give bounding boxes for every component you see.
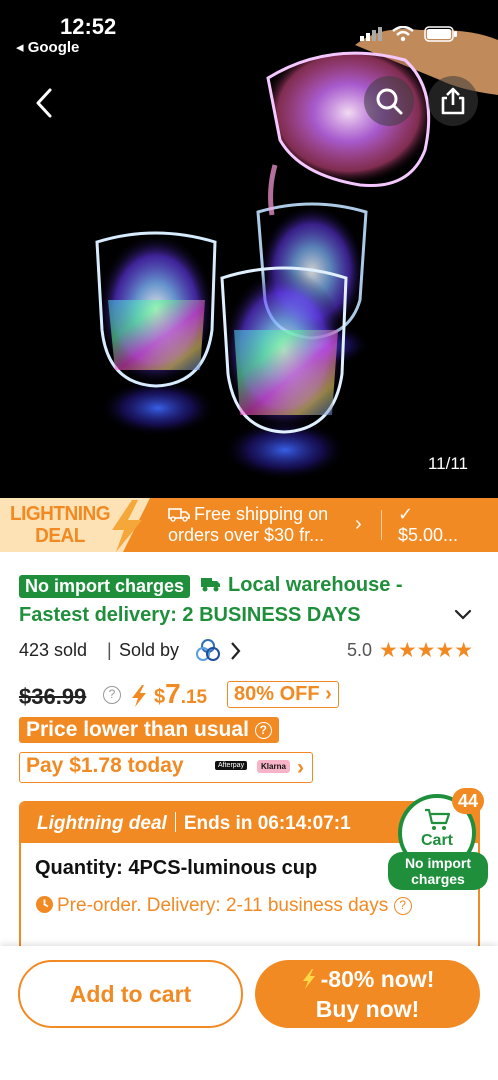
info-icon: ? [254, 722, 272, 739]
info-icon[interactable]: ? [393, 897, 412, 915]
afterpay-logo: Afterpay [215, 761, 248, 770]
battery-icon [424, 26, 457, 42]
status-icons [360, 26, 458, 42]
clock-icon [36, 896, 53, 913]
status-time: 12:52 [60, 14, 117, 39]
check-icon: ✓ [398, 504, 414, 524]
floating-cart-button[interactable]: Cart 44 No import charges [388, 788, 488, 894]
sold-count: 423 sold [19, 640, 88, 660]
add-to-cart-button[interactable]: Add to cart [18, 960, 243, 1028]
pay-later-option[interactable]: Pay $1.78 today Afterpay Klarna › [19, 752, 313, 783]
cart-label: Cart [420, 832, 453, 849]
preorder-text: Pre-order. Delivery: 2-11 business days [57, 895, 389, 916]
original-price: $36.99 [19, 684, 87, 709]
pay-today-text: Pay $1.78 today [26, 754, 184, 777]
shipping-line1-text: Free shipping on [194, 504, 329, 524]
local-warehouse-line1: Local warehouse - [228, 574, 403, 596]
discount-badge[interactable]: 80% OFF › [227, 681, 339, 708]
local-warehouse-text: Local warehouse - [194, 574, 403, 596]
search-icon [376, 88, 403, 115]
wifi-icon [392, 26, 414, 42]
share-icon [441, 87, 465, 115]
price-row: $36.99 ? $7.15 80% OFF › [19, 678, 479, 712]
image-counter: 11/11 [427, 454, 468, 473]
bottom-action-bar: Add to cart -80% now! Buy now! [0, 946, 498, 1080]
chevron-right-icon: › [297, 756, 304, 779]
buy-line1: -80% now! [255, 964, 480, 994]
lightning-title-line1: LIGHTNING [10, 502, 111, 525]
sales-row: 423 sold | Sold by 5.0 ★★★★★ [19, 638, 479, 664]
back-arrow-icon[interactable] [26, 84, 66, 124]
rating-value: 5.0 [347, 640, 373, 660]
sale-price-decimal: .15 [180, 687, 208, 708]
price-adjustment-text: $5.00... [398, 525, 459, 545]
cart-note-line1: No import [404, 855, 472, 871]
lightning-deal-banner[interactable]: LIGHTNING DEAL Free shipping on orders o… [0, 498, 498, 552]
chevron-right-icon[interactable] [229, 640, 243, 662]
sold-by-label[interactable]: Sold by [119, 640, 179, 661]
lightning-bolt-icon [112, 500, 142, 552]
no-import-charges-badge: No import charges [19, 575, 191, 599]
sale-price: $7.15 [154, 678, 207, 710]
fast-truck-icon [201, 578, 221, 592]
lightning-title-line2: DEAL [35, 525, 85, 548]
shipping-line2: orders over $30 fr... [168, 525, 325, 545]
buy-line1-text: -80% now! [320, 966, 435, 992]
lightning-bolt-icon [132, 685, 146, 707]
share-button[interactable] [428, 76, 478, 126]
buy-now-button[interactable]: -80% now! Buy now! [255, 960, 480, 1028]
shipping-info: No import charges Local warehouse - Fast… [19, 570, 478, 630]
sale-price-integer: 7 [165, 678, 181, 709]
price-adjustment-info[interactable]: ✓ $5.00... [398, 504, 458, 546]
cart-note-line2: charges [411, 871, 465, 887]
separator: | [107, 640, 112, 660]
preorder-info: Pre-order. Delivery: 2-11 business days … [35, 894, 464, 917]
cart-icon [425, 808, 451, 830]
product-image-gallery[interactable]: 12:52 ◂ Google 11/11 [0, 0, 498, 498]
store-logo-icon[interactable] [195, 638, 221, 662]
cart-no-import-note: No import charges [388, 852, 488, 890]
banner-divider [381, 510, 382, 540]
signal-icon [360, 27, 382, 41]
deal-divider [174, 812, 176, 832]
price-lower-text: Price lower than usual [26, 718, 249, 741]
discount-text: 80% OFF [234, 683, 320, 705]
lightning-deal-title: LIGHTNING DEAL [10, 502, 111, 548]
chevron-down-icon[interactable] [453, 604, 473, 624]
deal-label: Lightning deal [37, 813, 167, 834]
cart-count-badge: 44 [452, 788, 484, 814]
deal-countdown: Ends in 06:14:07:1 [183, 813, 351, 834]
free-shipping-info[interactable]: Free shipping on orders over $30 fr... [168, 504, 328, 546]
chevron-right-icon: › [355, 513, 362, 535]
klarna-logo: Klarna [257, 760, 290, 773]
question-icon[interactable]: ? [103, 686, 121, 704]
truck-icon [168, 508, 190, 522]
product-photo [0, 0, 498, 498]
shipping-line1: Free shipping on [168, 504, 328, 525]
status-back-app-label: Google [27, 39, 80, 56]
price-lower-badge[interactable]: Price lower than usual ? [19, 717, 279, 743]
rating-stars[interactable]: ★★★★★ [379, 638, 473, 663]
lightning-bolt-icon [302, 969, 315, 989]
sale-price-currency: $ [154, 686, 166, 708]
buy-line2: Buy now! [315, 996, 420, 1022]
search-button[interactable] [364, 76, 414, 126]
fastest-delivery-text: Fastest delivery: 2 BUSINESS DAYS [19, 604, 361, 626]
status-back-app[interactable]: ◂ Google [16, 38, 79, 56]
